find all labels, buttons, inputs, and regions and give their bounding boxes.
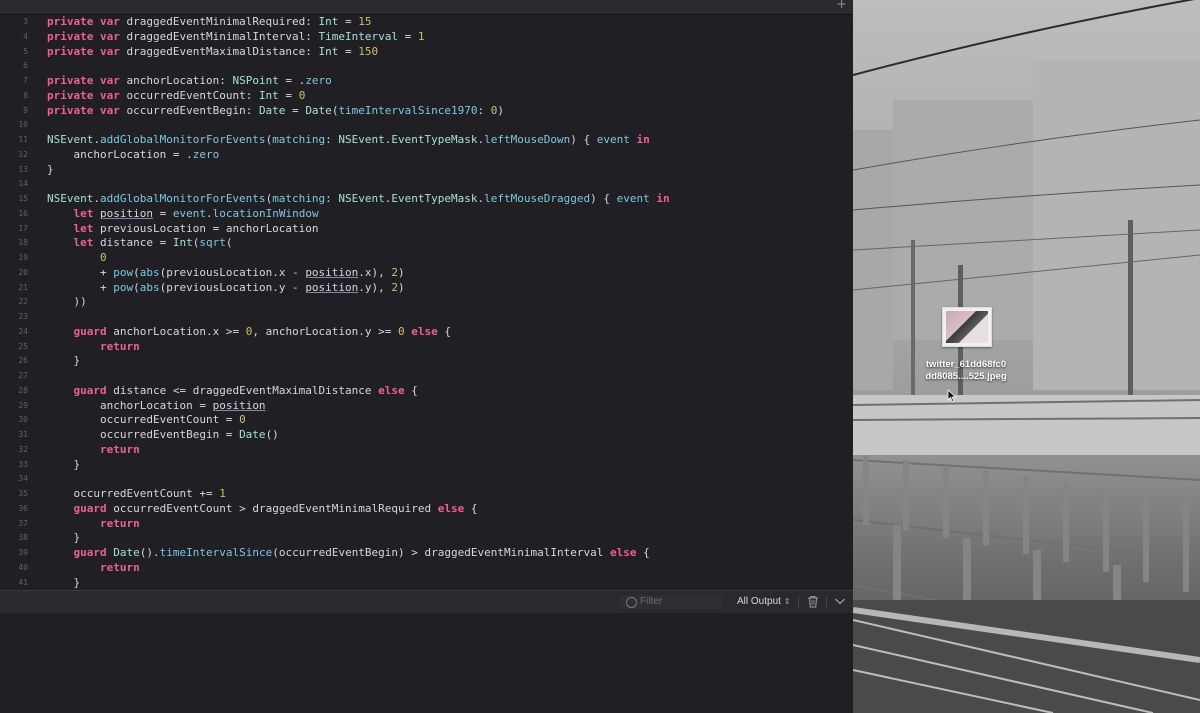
image-thumbnail bbox=[946, 311, 988, 343]
desktop-wallpaper: twitter_61dd68fc0 dd8085....525.jpeg bbox=[853, 0, 1200, 713]
xcode-window: + 3 private var draggedEventMinimalRequir… bbox=[0, 0, 853, 713]
code-text: } bbox=[47, 162, 54, 176]
line-number: 16 bbox=[18, 208, 28, 218]
debug-bar: Filter All Output ⇕ bbox=[0, 590, 853, 614]
line-number: 38 bbox=[18, 533, 28, 543]
console-output-area[interactable] bbox=[0, 613, 853, 713]
code-text: occurredEventCount += 1 bbox=[47, 487, 226, 500]
line-number: 31 bbox=[18, 430, 28, 439]
line-number: 28 bbox=[18, 385, 28, 395]
line-number: 35 bbox=[18, 489, 28, 498]
file-name-line-2: dd8085....525.jpeg bbox=[925, 371, 1007, 382]
line-number: 10 bbox=[18, 120, 28, 130]
code-text: anchorLocation = .zero bbox=[47, 147, 220, 161]
line-number: 41 bbox=[18, 577, 28, 587]
code-text: 0 bbox=[99, 251, 107, 264]
code-text: + pow(abs(previousLocation.y - position.… bbox=[47, 280, 405, 294]
code-text: } bbox=[47, 457, 81, 471]
line-number: 23 bbox=[18, 312, 28, 321]
code-text: occurredEventBegin = Date() bbox=[47, 428, 279, 441]
code-text: occurredEventCount = 0 bbox=[47, 413, 246, 427]
line-number: 7 bbox=[23, 76, 28, 85]
code-text: private var draggedEventMaximalDistance:… bbox=[47, 44, 379, 58]
code-text: } bbox=[47, 575, 81, 589]
code-text: NSEvent.addGlobalMonitorForEvents(matchi… bbox=[47, 192, 670, 205]
code-text: guard distance <= draggedEventMaximalDis… bbox=[73, 383, 418, 397]
line-number: 12 bbox=[18, 149, 28, 159]
divider bbox=[826, 596, 827, 608]
code-text: private var occurredEventCount: Int = 0 bbox=[47, 88, 306, 102]
line-number: 33 bbox=[18, 459, 28, 469]
output-selector[interactable]: All Output ⇕ bbox=[737, 595, 791, 609]
line-number: 9 bbox=[23, 105, 28, 115]
code-text: + pow(abs(previousLocation.x - position.… bbox=[47, 265, 405, 279]
line-number: 29 bbox=[18, 400, 28, 410]
line-number: 21 bbox=[18, 282, 28, 292]
code-editor[interactable]: 3 private var draggedEventMinimalRequired… bbox=[0, 14, 853, 590]
code-text: let previousLocation = anchorLocation bbox=[73, 221, 319, 235]
line-number: 30 bbox=[18, 415, 28, 425]
railway-wallpaper-image bbox=[853, 0, 1200, 713]
code-text: guard anchorLocation.x >= 0, anchorLocat… bbox=[73, 324, 452, 338]
chevron-down-icon[interactable] bbox=[834, 596, 846, 606]
mouse-pointer-icon bbox=[947, 389, 957, 403]
code-text: )) bbox=[47, 295, 87, 309]
line-number: 19 bbox=[18, 253, 28, 262]
output-selector-label: All Output bbox=[737, 596, 781, 607]
file-name-line-1: twitter_61dd68fc0 bbox=[925, 359, 1007, 370]
code-text: } bbox=[47, 531, 81, 545]
line-number: 32 bbox=[18, 444, 28, 454]
code-text: return bbox=[99, 442, 140, 456]
line-number: 34 bbox=[18, 474, 28, 484]
filter-placeholder: Filter bbox=[640, 596, 663, 607]
line-number: 3 bbox=[23, 17, 28, 26]
add-tab-button[interactable]: + bbox=[836, 0, 847, 12]
line-number: 8 bbox=[23, 90, 28, 100]
code-text: return bbox=[99, 339, 140, 353]
code-text: guard occurredEventCount > draggedEventM… bbox=[73, 501, 478, 515]
editor-tab-bar: + bbox=[0, 0, 853, 15]
trash-icon[interactable] bbox=[807, 595, 819, 608]
line-number: 25 bbox=[18, 341, 28, 351]
code-text: let distance = Int(sqrt( bbox=[73, 236, 233, 250]
code-text: guard Date().timeIntervalSince(occurredE… bbox=[73, 546, 650, 559]
line-number: 20 bbox=[18, 267, 28, 277]
code-text: return bbox=[99, 560, 140, 574]
code-text: let position = event.locationInWindow bbox=[73, 206, 319, 220]
line-number: 39 bbox=[18, 548, 28, 557]
code-text: anchorLocation = position bbox=[47, 398, 266, 412]
code-text: private var draggedEventMinimalRequired:… bbox=[47, 15, 372, 28]
code-text: NSEvent.addGlobalMonitorForEvents(matchi… bbox=[47, 133, 650, 146]
code-text: return bbox=[99, 516, 140, 530]
line-number: 4 bbox=[23, 31, 28, 41]
code-text: } bbox=[47, 354, 81, 368]
jpeg-file-icon[interactable] bbox=[942, 307, 992, 347]
line-number: 26 bbox=[18, 356, 28, 366]
filter-field[interactable]: Filter bbox=[620, 595, 722, 609]
line-number: 18 bbox=[18, 238, 28, 248]
line-number: 40 bbox=[18, 562, 28, 572]
file-name-label[interactable]: twitter_61dd68fc0 dd8085....525.jpeg bbox=[905, 359, 1027, 383]
line-number: 5 bbox=[23, 46, 28, 56]
line-number: 15 bbox=[18, 194, 28, 203]
line-number: 13 bbox=[18, 164, 28, 174]
filter-icon bbox=[626, 597, 637, 608]
divider bbox=[798, 596, 799, 608]
code-text: private var anchorLocation: NSPoint = .z… bbox=[47, 74, 332, 87]
line-number: 17 bbox=[18, 223, 28, 233]
line-number: 24 bbox=[18, 326, 28, 336]
code-text: private var occurredEventBegin: Date = D… bbox=[47, 103, 505, 117]
line-number: 37 bbox=[18, 518, 28, 528]
line-number: 27 bbox=[18, 371, 28, 380]
line-number: 11 bbox=[18, 135, 28, 144]
line-number: 22 bbox=[18, 297, 28, 307]
line-number: 14 bbox=[18, 179, 28, 189]
code-text: private var draggedEventMinimalInterval:… bbox=[47, 29, 425, 43]
line-number: 6 bbox=[23, 61, 28, 71]
line-number: 36 bbox=[18, 503, 28, 513]
chevron-up-down-icon: ⇕ bbox=[783, 597, 791, 606]
